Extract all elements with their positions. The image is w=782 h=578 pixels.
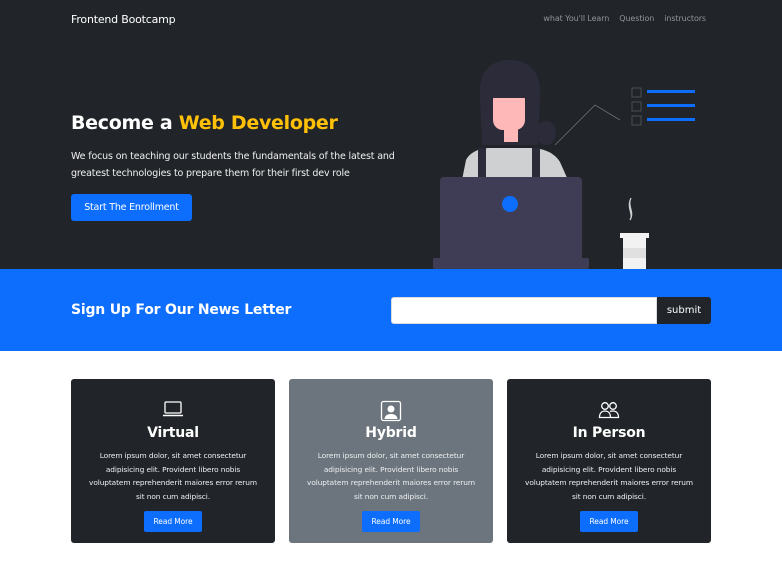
card-title: Virtual: [147, 425, 199, 441]
laptop-icon: [163, 401, 183, 417]
hero-title: Become a Web Developer: [71, 112, 338, 134]
hero-section: Become a Web Developer We focus on teach…: [0, 40, 782, 269]
newsletter-email-input[interactable]: [391, 297, 657, 324]
read-more-button[interactable]: Read More: [362, 511, 420, 532]
nav-link-instructors[interactable]: instructors: [664, 14, 706, 23]
coffee-mug-graphic: [620, 197, 649, 269]
person-graphic: [462, 60, 568, 182]
learning-modes-cards: Virtual Lorem ipsum dolor, sit amet cons…: [71, 379, 711, 543]
person-badge-icon: [380, 400, 402, 422]
card-hybrid: Hybrid Lorem ipsum dolor, sit amet conse…: [289, 379, 493, 543]
developer-illustration: [433, 60, 695, 269]
hero-description: We focus on teaching our students the fu…: [71, 151, 395, 179]
card-virtual: Virtual Lorem ipsum dolor, sit amet cons…: [71, 379, 275, 543]
card-title: Hybrid: [365, 425, 417, 441]
nav-link-question[interactable]: Question: [619, 14, 654, 23]
card-text: Lorem ipsum dolor, sit amet consectetur …: [525, 451, 693, 502]
brand-logo[interactable]: Frontend Bootcamp: [71, 13, 176, 26]
people-icon: [598, 402, 620, 419]
connector-line: [554, 104, 621, 146]
hero-title-prefix: Become a: [71, 112, 179, 134]
card-title: In Person: [572, 425, 646, 441]
checklist-graphic: [631, 87, 695, 126]
nav-links: what You'll Learn Question instructors: [543, 14, 706, 23]
navbar: Frontend Bootcamp what You'll Learn Ques…: [0, 0, 782, 40]
newsletter-submit-button[interactable]: submit: [657, 297, 711, 324]
newsletter-title: Sign Up For Our News Letter: [71, 302, 292, 318]
nav-link-what-youll-learn[interactable]: what You'll Learn: [543, 14, 609, 23]
start-enrollment-button[interactable]: Start The Enrollment: [71, 194, 192, 221]
read-more-button[interactable]: Read More: [144, 511, 202, 532]
laptop-graphic: [433, 177, 589, 269]
hero-title-accent: Web Developer: [178, 112, 338, 134]
card-text: Lorem ipsum dolor, sit amet consectetur …: [307, 451, 475, 502]
read-more-button[interactable]: Read More: [580, 511, 638, 532]
newsletter-section: Sign Up For Our News Letter submit: [0, 269, 782, 351]
card-text: Lorem ipsum dolor, sit amet consectetur …: [89, 451, 257, 502]
card-in-person: In Person Lorem ipsum dolor, sit amet co…: [507, 379, 711, 543]
